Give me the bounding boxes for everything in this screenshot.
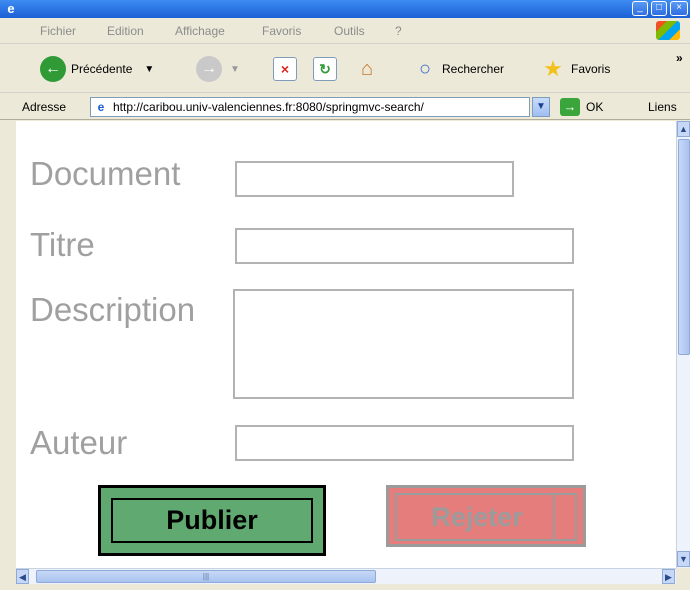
links-label[interactable]: Liens (648, 100, 677, 114)
favorites-label: Favoris (571, 62, 611, 76)
reject-label: Rejeter (395, 493, 559, 541)
author-label: Auteur (30, 424, 128, 461)
favorites-button[interactable]: ★ Favoris (538, 55, 610, 83)
document-label: Document (30, 155, 181, 192)
title-bar: e _ □ × (0, 0, 690, 18)
address-dropdown-icon[interactable]: ▼ (532, 97, 550, 117)
author-field[interactable] (235, 425, 574, 461)
reject-button[interactable]: Rejeter (386, 485, 586, 547)
menu-item-fichier[interactable]: Fichier (40, 24, 76, 38)
windows-logo-icon (656, 21, 680, 40)
menu-bar: Fichier Edition Affichage Favoris Outils… (0, 18, 690, 44)
back-arrow-icon: ← (40, 56, 66, 82)
close-icon[interactable]: × (670, 1, 688, 16)
search-icon: ○ (418, 58, 432, 80)
status-strip (0, 584, 690, 590)
menu-item-help[interactable]: ? (395, 24, 402, 38)
menu-item-edition[interactable]: Edition (107, 24, 144, 38)
minimize-icon[interactable]: _ (632, 1, 648, 16)
publish-button[interactable]: Publier (98, 485, 326, 556)
horizontal-scroll-thumb[interactable]: ||| (36, 570, 376, 583)
stop-icon: × (273, 57, 297, 81)
document-field[interactable] (235, 161, 514, 197)
description-label: Description (30, 291, 196, 328)
back-dropdown-icon[interactable]: ▼ (144, 64, 154, 75)
title-label: Titre (30, 226, 95, 263)
forward-arrow-icon: → (196, 56, 222, 82)
menu-item-favoris[interactable]: Favoris (262, 24, 301, 38)
menu-item-outils[interactable]: Outils (334, 24, 365, 38)
home-button[interactable]: ⌂ (354, 55, 380, 83)
scroll-down-icon[interactable]: ▼ (677, 551, 690, 567)
forward-button[interactable]: → ▼ (196, 55, 240, 83)
scroll-right-icon[interactable]: ▶ (662, 569, 675, 584)
search-button[interactable]: ○ Rechercher (412, 55, 504, 83)
home-icon: ⌂ (360, 58, 374, 80)
go-label: OK (586, 100, 604, 114)
maximize-icon[interactable]: □ (651, 1, 667, 16)
title-field[interactable] (235, 228, 574, 264)
refresh-button[interactable]: ↻ (313, 55, 337, 83)
address-input[interactable]: e http://caribou.univ-valenciennes.fr:80… (90, 97, 530, 117)
publish-label: Publier (111, 498, 313, 543)
address-url: http://caribou.univ-valenciennes.fr:8080… (113, 100, 424, 114)
vertical-scrollbar[interactable]: ▲ ▼ (676, 121, 690, 568)
scroll-left-icon[interactable]: ◀ (16, 569, 29, 584)
back-label: Précédente (71, 62, 133, 76)
stop-button[interactable]: × (273, 55, 297, 83)
description-field[interactable] (233, 289, 574, 399)
address-label: Adresse (22, 100, 67, 114)
menu-item-affichage[interactable]: Affichage (175, 24, 225, 38)
toolbar-overflow-icon[interactable]: » (676, 51, 683, 65)
go-arrow-icon: → (560, 98, 580, 116)
ie-icon: e (7, 1, 15, 16)
address-bar: Adresse e http://caribou.univ-valencienn… (0, 94, 690, 120)
page-icon: e (97, 100, 105, 114)
refresh-icon: ↻ (313, 57, 337, 81)
back-button[interactable]: ← Précédente ▼ (40, 55, 154, 83)
horizontal-scrollbar[interactable]: ◀ ||| ▶ (16, 568, 676, 584)
search-label: Rechercher (442, 62, 505, 76)
star-icon: ★ (543, 56, 563, 81)
vertical-scroll-thumb[interactable] (678, 139, 690, 355)
reject-button-edge (553, 493, 577, 541)
go-button[interactable]: → OK (560, 97, 603, 117)
forward-dropdown-icon[interactable]: ▼ (230, 64, 240, 75)
toolbar: ← Précédente ▼ → ▼ × ↻ ⌂ ○ Rechercher ★ … (0, 45, 690, 93)
scroll-up-icon[interactable]: ▲ (677, 121, 690, 137)
